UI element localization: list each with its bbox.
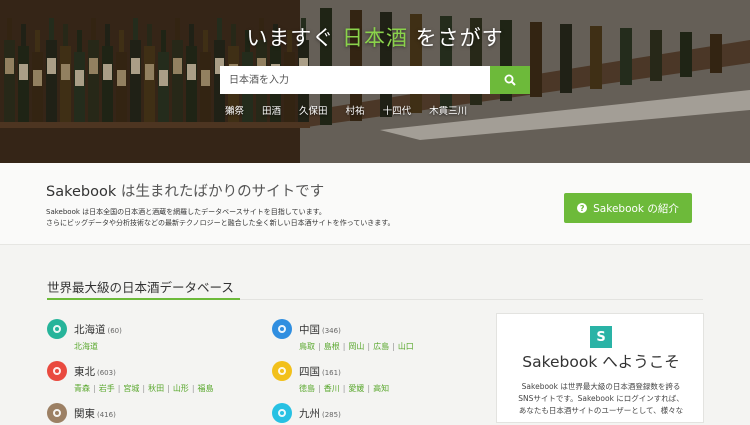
popular-link[interactable]: 久保田 — [299, 103, 328, 117]
region-count: (416) — [97, 411, 116, 419]
intro-description: Sakebook は日本全国の日本酒と酒蔵を網羅したデータベースサイトを目指して… — [46, 208, 395, 227]
prefecture-link[interactable]: 山口 — [398, 342, 414, 351]
prefecture-links: 北海道 — [74, 341, 122, 352]
search-input[interactable] — [220, 66, 490, 94]
prefecture-link[interactable]: 秋田 — [148, 384, 164, 393]
section-underline — [47, 298, 240, 300]
region-count: (161) — [322, 369, 341, 377]
prefecture-link[interactable]: 山形 — [173, 384, 189, 393]
prefecture-link[interactable]: 広島 — [373, 342, 389, 351]
prefecture-link[interactable]: 徳島 — [299, 384, 315, 393]
prefecture-link[interactable]: 鳥取 — [299, 342, 315, 351]
search-button[interactable] — [490, 66, 530, 94]
prefecture-link[interactable]: 島根 — [324, 342, 340, 351]
popular-link[interactable]: 十四代 — [383, 103, 412, 117]
region-circle-icon — [47, 361, 67, 381]
region-item: 九州 (285) — [272, 402, 341, 425]
region-count: (60) — [107, 327, 122, 335]
prefecture-link[interactable]: 岩手 — [99, 384, 115, 393]
prefecture-links: 鳥取 | 島根 | 岡山 | 広島 | 山口 — [299, 342, 414, 351]
prefecture-link[interactable]: 北海道 — [74, 342, 98, 351]
section-divider — [240, 299, 703, 300]
popular-link[interactable]: 田酒 — [262, 103, 281, 117]
region-link[interactable]: 中国 — [299, 324, 320, 336]
database-section-title: 世界最大級の日本酒データベース — [47, 280, 234, 295]
region-circle-icon — [272, 361, 292, 381]
about-sakebook-button[interactable]: ? Sakebook の紹介 — [564, 193, 692, 223]
prefecture-link[interactable]: 愛媛 — [348, 384, 364, 393]
region-circle-icon — [47, 403, 67, 423]
search-icon — [504, 74, 516, 86]
region-link[interactable]: 東北 — [74, 366, 95, 378]
region-count: (346) — [322, 327, 341, 335]
region-item: 四国 (161) 徳島 | 香川 | 愛媛 | 高知 — [272, 360, 389, 394]
prefecture-link[interactable]: 高知 — [373, 384, 389, 393]
prefecture-links: 徳島 | 香川 | 愛媛 | 高知 — [299, 384, 390, 393]
hero-banner: いますぐ 日本酒 をさがす 獺祭 田酒 久保田 村祐 十四代 木貫三川 — [0, 0, 750, 163]
region-circle-icon — [47, 319, 67, 339]
prefecture-link[interactable]: 香川 — [324, 384, 340, 393]
question-circle-icon: ? — [577, 203, 588, 213]
sakebook-logo-icon: S — [590, 326, 612, 348]
hero-title: いますぐ 日本酒 をさがす — [246, 26, 504, 50]
prefecture-link[interactable]: 宮城 — [123, 384, 139, 393]
region-item: 関東 (416) — [47, 402, 116, 425]
region-count: (285) — [322, 411, 341, 419]
popular-link[interactable]: 獺祭 — [225, 103, 244, 117]
welcome-title: Sakebook へようこそ — [522, 353, 680, 371]
region-item: 中国 (346) 鳥取 | 島根 | 岡山 | 広島 | 山口 — [272, 318, 414, 352]
welcome-card: S Sakebook へようこそ Sakebook は世界最大級の日本酒登録数を… — [496, 313, 704, 423]
region-circle-icon — [272, 319, 292, 339]
region-link[interactable]: 北海道 — [74, 324, 106, 336]
region-circle-icon — [272, 403, 292, 423]
popular-link[interactable]: 木貫三川 — [429, 103, 467, 117]
hero-title-highlight: 日本酒 — [342, 26, 408, 50]
region-count: (603) — [97, 369, 116, 377]
prefecture-links: 青森 | 岩手 | 宮城 | 秋田 | 山形 | 福島 — [74, 384, 214, 393]
welcome-text: Sakebook は世界最大級の日本酒登録数を誇る SNSサイトです。Sakeb… — [518, 382, 684, 415]
popular-sake-links: 獺祭 田酒 久保田 村祐 十四代 木貫三川 — [225, 103, 485, 117]
prefecture-link[interactable]: 青森 — [74, 384, 90, 393]
search-bar — [220, 66, 530, 94]
region-item: 東北 (603) 青森 | 岩手 | 宮城 | 秋田 | 山形 | 福島 — [47, 360, 214, 394]
region-item: 北海道 (60) 北海道 — [47, 318, 122, 352]
prefecture-link[interactable]: 福島 — [198, 384, 214, 393]
prefecture-link[interactable]: 岡山 — [348, 342, 364, 351]
popular-link[interactable]: 村祐 — [346, 103, 365, 117]
region-link[interactable]: 四国 — [299, 366, 320, 378]
intro-title: Sakebook は生まれたばかりのサイトです — [46, 184, 325, 200]
intro-section: Sakebook は生まれたばかりのサイトです Sakebook は日本全国の日… — [0, 163, 750, 245]
